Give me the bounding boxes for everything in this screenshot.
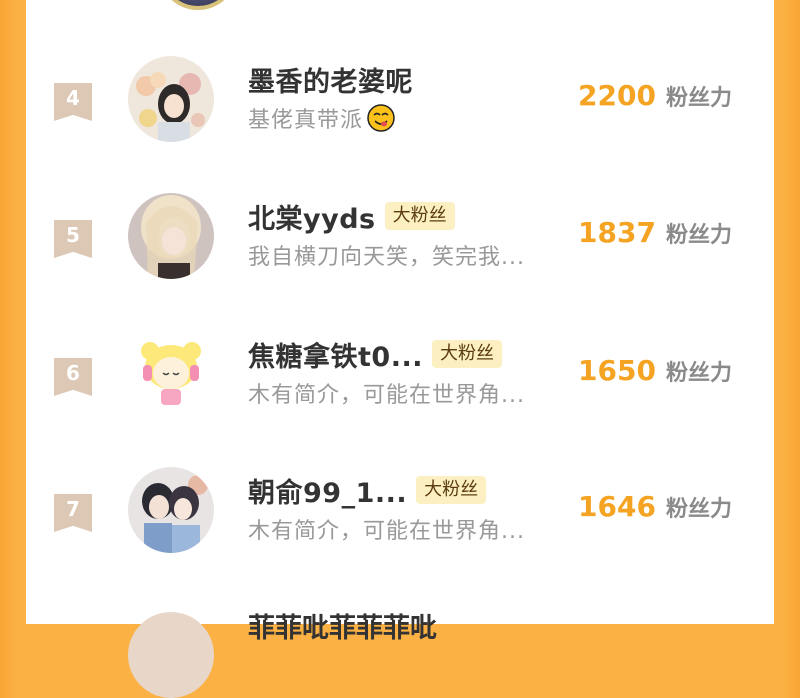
- user-name[interactable]: 墨香的老婆呢: [248, 60, 413, 99]
- user-bio: 基佬真带派: [248, 102, 395, 134]
- fans-label: 粉丝力: [665, 497, 732, 522]
- user-name[interactable]: 焦糖拿铁t0...: [248, 335, 423, 374]
- user-name-line: 焦糖拿铁t0... 大粉丝: [248, 335, 502, 373]
- fan-ranking-card: 4 墨香的老婆呢 基佬真带派 2200 粉丝力 5 北棠yyds 大粉丝 我自横…: [26, 0, 774, 698]
- avatar[interactable]: [128, 467, 214, 553]
- user-bio-text: 木有简介，可能在世界角...: [248, 519, 525, 544]
- user-name-line: 朝俞99_1... 大粉丝: [248, 471, 487, 510]
- fans-power: 2200 粉丝力: [578, 79, 732, 112]
- user-name-line: 墨香的老婆呢: [248, 60, 413, 98]
- fans-power: 1837 粉丝力: [578, 216, 732, 249]
- avatar-next-user[interactable]: [128, 612, 214, 698]
- big-fan-badge: 大粉丝: [431, 340, 502, 368]
- user-name-line: 北棠yyds 大粉丝: [248, 197, 455, 235]
- user-bio: 木有简介，可能在世界角...: [248, 377, 525, 409]
- avatar-image-cartoon: [128, 331, 214, 417]
- big-fan-badge: 大粉丝: [416, 476, 487, 504]
- user-bio: 我自横刀向天笑，笑完我...: [248, 239, 525, 271]
- rank-tag-icon: 6: [54, 358, 92, 396]
- ranking-row-6[interactable]: 6 焦糖拿铁t0... 大粉丝 木有简介，可能在世界角... 1650 粉丝力: [26, 331, 774, 441]
- ranking-row-5[interactable]: 5 北棠yyds 大粉丝 我自横刀向天笑，笑完我... 1837 粉丝力: [26, 193, 774, 303]
- fans-power: 1646 粉丝力: [578, 490, 732, 523]
- avatar[interactable]: [128, 331, 214, 417]
- user-name[interactable]: 朝俞99_1...: [248, 471, 407, 510]
- user-bio-text: 木有简介，可能在世界角...: [248, 383, 525, 408]
- avatar-image-couple: [128, 467, 214, 553]
- next-user-name[interactable]: 菲菲吡菲菲菲吡: [248, 606, 437, 645]
- ranking-row-4[interactable]: 4 墨香的老婆呢 基佬真带派 2200 粉丝力: [26, 56, 774, 166]
- user-bio-text: 我自横刀向天笑，笑完我...: [248, 245, 525, 270]
- fans-count: 1650: [578, 354, 656, 387]
- fans-count: 1646: [578, 490, 656, 523]
- yum-face-emoji-icon: [367, 104, 395, 132]
- fans-label: 粉丝力: [665, 86, 732, 111]
- user-name[interactable]: 北棠yyds: [248, 197, 376, 236]
- fans-count: 1837: [578, 216, 656, 249]
- avatar-image-girl: [128, 193, 214, 279]
- rank-tag-icon: 7: [54, 494, 92, 532]
- user-bio: 木有简介，可能在世界角...: [248, 513, 525, 545]
- avatar-previous-user[interactable]: [158, 0, 238, 10]
- rank-tag-icon: 5: [54, 220, 92, 258]
- fans-power: 1650 粉丝力: [578, 354, 732, 387]
- avatar-image-flowers: [128, 56, 214, 142]
- fans-label: 粉丝力: [665, 361, 732, 386]
- user-bio-text: 基佬真带派: [248, 108, 364, 133]
- avatar[interactable]: [128, 193, 214, 279]
- avatar[interactable]: [128, 56, 214, 142]
- rank-tag-icon: 4: [54, 83, 92, 121]
- fans-count: 2200: [578, 79, 656, 112]
- fans-label: 粉丝力: [665, 223, 732, 248]
- ranking-row-7[interactable]: 7 朝俞99_1... 大粉丝 木有简介，可能在世界角... 1646 粉丝力: [26, 467, 774, 577]
- big-fan-badge: 大粉丝: [384, 202, 455, 230]
